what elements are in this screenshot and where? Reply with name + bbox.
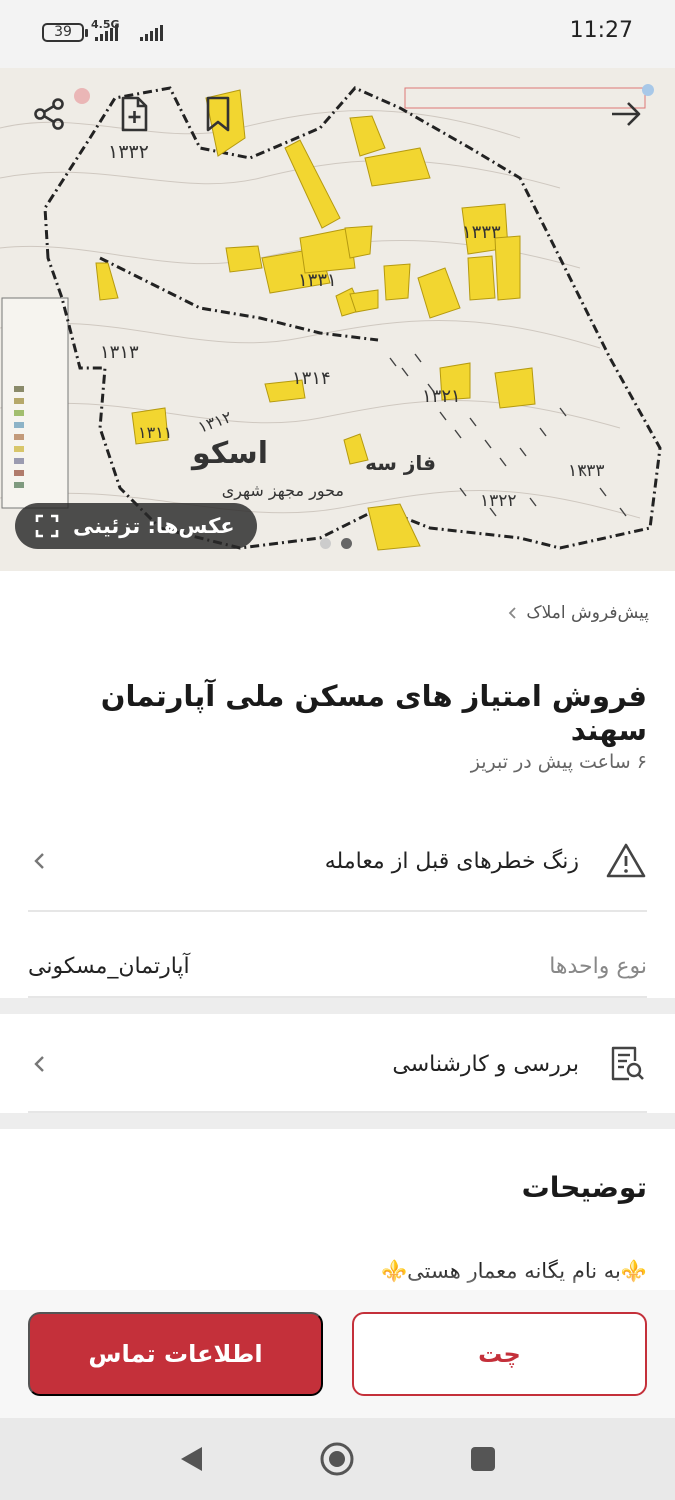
add-note-icon[interactable] [114,94,154,134]
breadcrumb-label: پیش‌فروش املاک [526,603,649,623]
bottom-action-bar: اطلاعات تماس چت [0,1290,675,1418]
chevron-left-icon [34,1056,44,1072]
section-separator [0,998,675,1014]
map-label-1311: ۱۳۱۱ [138,423,172,442]
warning-icon [606,843,646,878]
photo-badge-label: عکس‌ها: تزئینی [73,514,235,538]
contact-info-button[interactable]: اطلاعات تماس [28,1312,323,1396]
warning-row[interactable]: زنگ خطرهای قبل از معامله [28,811,647,911]
review-row[interactable]: بررسی و کارشناسی [28,1014,647,1114]
breadcrumb[interactable]: پیش‌فروش املاک [508,603,649,623]
map-image: ۱۳۳۲ ۱۳۳۳ ۱۳۳۱ ۱۳۱۳ ۱۳۱۴ ۱۳۲۱ ۱۳۱۱ ۱۳۱۲ … [0,68,675,571]
signal-strength-icon [95,25,118,41]
chat-button[interactable]: چت [352,1312,647,1396]
listing-photo[interactable]: ۱۳۳۲ ۱۳۳۳ ۱۳۳۱ ۱۳۱۳ ۱۳۱۴ ۱۳۲۱ ۱۳۱۱ ۱۳۱۲ … [0,68,675,571]
breadcrumb-chevron-icon [509,607,517,619]
share-icon[interactable] [30,94,70,134]
section-separator [0,1113,675,1129]
map-label-1322: ۱۳۲۲ [480,491,517,511]
photo-badge[interactable]: عکس‌ها: تزئینی [15,503,257,549]
map-label-1313: ۱۳۱۳ [100,342,139,363]
system-nav-bar [0,1418,675,1500]
unit-type-key: نوع واحدها [549,953,647,979]
listing-title: فروش امتیاز های مسکن ملی آپارتمان سهند [100,679,647,747]
signal-strength-2-icon [140,25,163,41]
unit-type-row: نوع واحدها آپارتمان_مسکونی [28,931,647,1001]
battery-indicator: 39 [42,23,88,42]
map-label-osku: اسکو [190,436,268,471]
map-label-1331: ۱۳۳۱ [298,270,337,291]
listing-subtitle: ۶ ساعت پیش در تبریز [470,751,647,773]
document-search-icon [611,1046,644,1081]
status-bar: 39 4.5G 11:27 [0,0,675,68]
review-label: بررسی و کارشناسی [392,1051,579,1077]
home-circle-icon[interactable] [319,1441,355,1477]
unit-type-value: آپارتمان_مسکونی [28,953,190,979]
map-label-phase-3: فاز سه [365,451,436,475]
map-label-urban-axis: محور مجهز شهری [222,481,344,501]
recents-square-icon[interactable] [465,1441,501,1477]
bookmark-icon[interactable] [198,94,238,134]
map-label-1333-right: ۱۳۳۳ [568,461,605,481]
divider [28,910,647,912]
expand-icon [35,514,59,538]
carousel-dot-active[interactable] [341,538,352,549]
status-clock: 11:27 [569,18,633,43]
map-label-1321: ۱۳۲۱ [422,386,461,407]
back-triangle-icon[interactable] [174,1441,210,1477]
carousel-dot[interactable] [320,538,331,549]
arrow-right-icon[interactable] [606,94,646,134]
map-label-1333-top: ۱۳۳۳ [462,222,501,243]
map-label-1332: ۱۳۳۲ [108,141,149,163]
map-label-1314: ۱۳۱۴ [292,368,331,389]
warning-label: زنگ خطرهای قبل از معامله [324,848,579,874]
carousel-dots [320,538,352,549]
description-title: توضیحات [521,1171,647,1204]
chevron-left-icon [34,853,44,869]
